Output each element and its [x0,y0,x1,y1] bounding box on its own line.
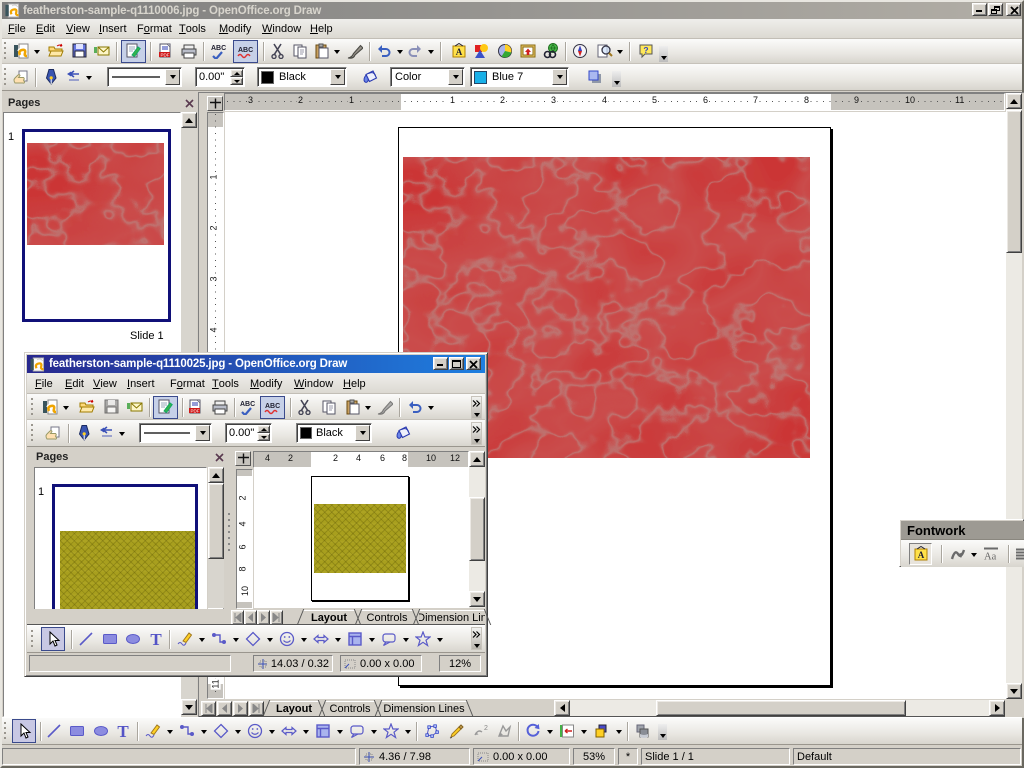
svg-text:ABC: ABC [211,45,226,52]
svg-text:ABC: ABC [240,401,255,408]
svg-text:T: T [117,723,129,739]
svg-text:PDF: PDF [191,408,200,413]
svg-text:A: A [918,550,925,560]
svg-text:ABC: ABC [265,403,280,410]
svg-text:ABC: ABC [238,47,253,54]
svg-text:PDF: PDF [161,52,170,57]
svg-text:2: 2 [484,725,488,732]
svg-text:Aa: Aa [984,552,997,563]
svg-text:?: ? [643,45,648,55]
svg-text:A: A [456,47,463,57]
svg-text:T: T [150,631,162,647]
